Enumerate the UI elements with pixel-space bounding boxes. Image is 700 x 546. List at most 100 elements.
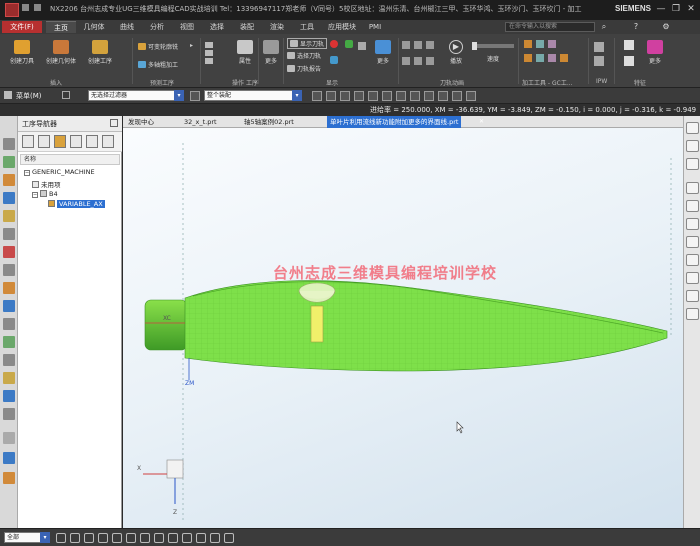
tree-item-b4[interactable]: − B4	[32, 190, 58, 198]
gc-tool-icon[interactable]	[524, 54, 532, 62]
help-icon[interactable]: ?	[630, 21, 642, 33]
bottom-scope-dropdown[interactable]: 全部 ▾	[4, 532, 50, 543]
find-icon[interactable]	[86, 135, 98, 148]
snap-icon[interactable]	[466, 91, 476, 101]
ipw-icon[interactable]	[594, 56, 604, 66]
snap-icon[interactable]	[438, 91, 448, 101]
feature-more-button[interactable]: 更多	[644, 40, 666, 65]
panel-pin-icon[interactable]	[110, 119, 118, 127]
snap-icon[interactable]	[396, 91, 406, 101]
snap-icon[interactable]	[312, 91, 322, 101]
tree-item-variable-axis[interactable]: VARIABLE_AX	[48, 200, 105, 208]
perspective-icon[interactable]	[686, 236, 699, 248]
variable-contour-button[interactable]: 可变轮廓铣	[138, 42, 178, 51]
view-triad[interactable]: X Z	[137, 459, 184, 516]
operation-navigator-icon[interactable]	[3, 138, 15, 150]
geometry-view-icon[interactable]	[54, 135, 66, 148]
tree-item-unused[interactable]: 未用项	[32, 179, 61, 189]
gc-tool-icon[interactable]	[560, 54, 568, 62]
snap-point-icon[interactable]	[182, 533, 192, 543]
snap-icon[interactable]	[354, 91, 364, 101]
fast-forward-icon[interactable]	[414, 57, 422, 65]
search-icon[interactable]: ⌕	[598, 21, 610, 33]
create-tool-button[interactable]: 创建刀具	[4, 40, 40, 65]
snap-point-icon[interactable]	[70, 533, 80, 543]
tab-applications[interactable]: 应用模块	[324, 21, 360, 33]
clock-icon[interactable]	[3, 432, 15, 444]
program-view-icon[interactable]	[22, 135, 34, 148]
tab-view[interactable]: 视图	[174, 21, 200, 33]
selection-filter-icon[interactable]	[62, 91, 70, 99]
multi-axis-rough-button[interactable]: 多轴粗加工	[138, 60, 178, 69]
constraint-icon[interactable]	[3, 354, 15, 366]
snap-point-icon[interactable]	[196, 533, 206, 543]
graphics-viewport[interactable]: XC ZM X Z 台州志成三维模具编程培训学校	[123, 128, 683, 528]
tab-part-axis5[interactable]: 轴5轴案例02.prt	[241, 116, 297, 128]
simulate-icon[interactable]	[345, 40, 353, 48]
undo-icon[interactable]	[34, 4, 42, 11]
resource-icon[interactable]	[3, 472, 15, 484]
gc-tool-icon[interactable]	[548, 40, 556, 48]
hd3d-icon[interactable]	[3, 390, 15, 402]
play-icon[interactable]	[686, 182, 699, 194]
feature-icon[interactable]	[624, 40, 634, 50]
tab-select[interactable]: 选择	[204, 21, 230, 33]
close-button[interactable]: ✕	[685, 3, 697, 15]
process-studio-icon[interactable]	[3, 264, 15, 276]
history-icon[interactable]	[3, 228, 15, 240]
menu-button[interactable]: 菜单(M)	[16, 91, 42, 101]
filter-reset-icon[interactable]	[190, 91, 200, 101]
delete-icon[interactable]	[205, 58, 213, 64]
snap-icon[interactable]	[424, 91, 434, 101]
minimize-button[interactable]: —	[655, 3, 667, 15]
speed-slider[interactable]	[472, 42, 514, 50]
play-button[interactable]: ▶ 播放	[444, 40, 468, 65]
system-materials-icon[interactable]	[3, 246, 15, 258]
rewind-icon[interactable]	[414, 41, 422, 49]
type-filter-dropdown[interactable]: 无选择过滤器 ▾	[88, 90, 184, 101]
tab-part-32[interactable]: 32_x_t.prt	[181, 116, 220, 128]
snap-point-icon[interactable]	[154, 533, 164, 543]
display-more-button[interactable]: 更多	[372, 40, 394, 65]
verify-icon[interactable]	[330, 40, 338, 48]
snap-icon[interactable]	[368, 91, 378, 101]
process-more-button[interactable]: 更多	[262, 40, 280, 65]
snap-icon[interactable]	[326, 91, 336, 101]
feature-icon[interactable]	[624, 56, 634, 66]
tab-close-icon[interactable]: ✕	[479, 118, 484, 125]
rotate-icon[interactable]	[686, 158, 699, 170]
layer-icon[interactable]	[686, 290, 699, 302]
speed-slider-thumb[interactable]	[472, 42, 477, 50]
expand-all-icon[interactable]	[102, 135, 114, 148]
predefined-more-icon[interactable]: ▸	[190, 42, 198, 72]
stop-icon[interactable]	[426, 41, 434, 49]
gc-tool-icon[interactable]	[536, 40, 544, 48]
render-style-icon[interactable]	[686, 218, 699, 230]
step-back-icon[interactable]	[402, 41, 410, 49]
show-toolpath-button[interactable]: 显示刀轨	[287, 38, 328, 49]
part-navigator-icon[interactable]	[3, 174, 15, 186]
section-icon[interactable]	[686, 272, 699, 284]
snap-point-icon[interactable]	[84, 533, 94, 543]
machine-view-icon[interactable]	[38, 135, 50, 148]
analysis-icon[interactable]	[3, 408, 15, 420]
tab-assembly[interactable]: 装配	[234, 21, 260, 33]
file-menu-button[interactable]: 文件(F)	[2, 21, 42, 33]
snap-point-icon[interactable]	[126, 533, 136, 543]
snap-point-icon[interactable]	[168, 533, 178, 543]
reuse-library-icon[interactable]	[3, 210, 15, 222]
machine-tool-icon[interactable]	[3, 156, 15, 168]
assembly-navigator-icon[interactable]	[3, 192, 15, 204]
toolpath-report-button[interactable]: 刀轨报告	[287, 64, 321, 73]
command-search-input[interactable]: 在命令输入以搜索	[505, 22, 595, 32]
manufacturing-icon[interactable]	[3, 372, 15, 384]
hide-icon[interactable]	[686, 254, 699, 266]
snap-icon[interactable]	[452, 91, 462, 101]
ipw-icon[interactable]	[594, 42, 604, 52]
maximize-button[interactable]: ❐	[670, 3, 682, 15]
selection-scope-dropdown[interactable]: 整个装配 ▾	[204, 90, 302, 101]
tab-part-blade[interactable]: 单叶片利用流线新功能附加更多的界面线.prt	[327, 116, 462, 128]
snap-point-icon[interactable]	[224, 533, 234, 543]
tree-item-generic-machine[interactable]: − GENERIC_MACHINE	[24, 168, 95, 176]
tab-render[interactable]: 渲染	[264, 21, 290, 33]
